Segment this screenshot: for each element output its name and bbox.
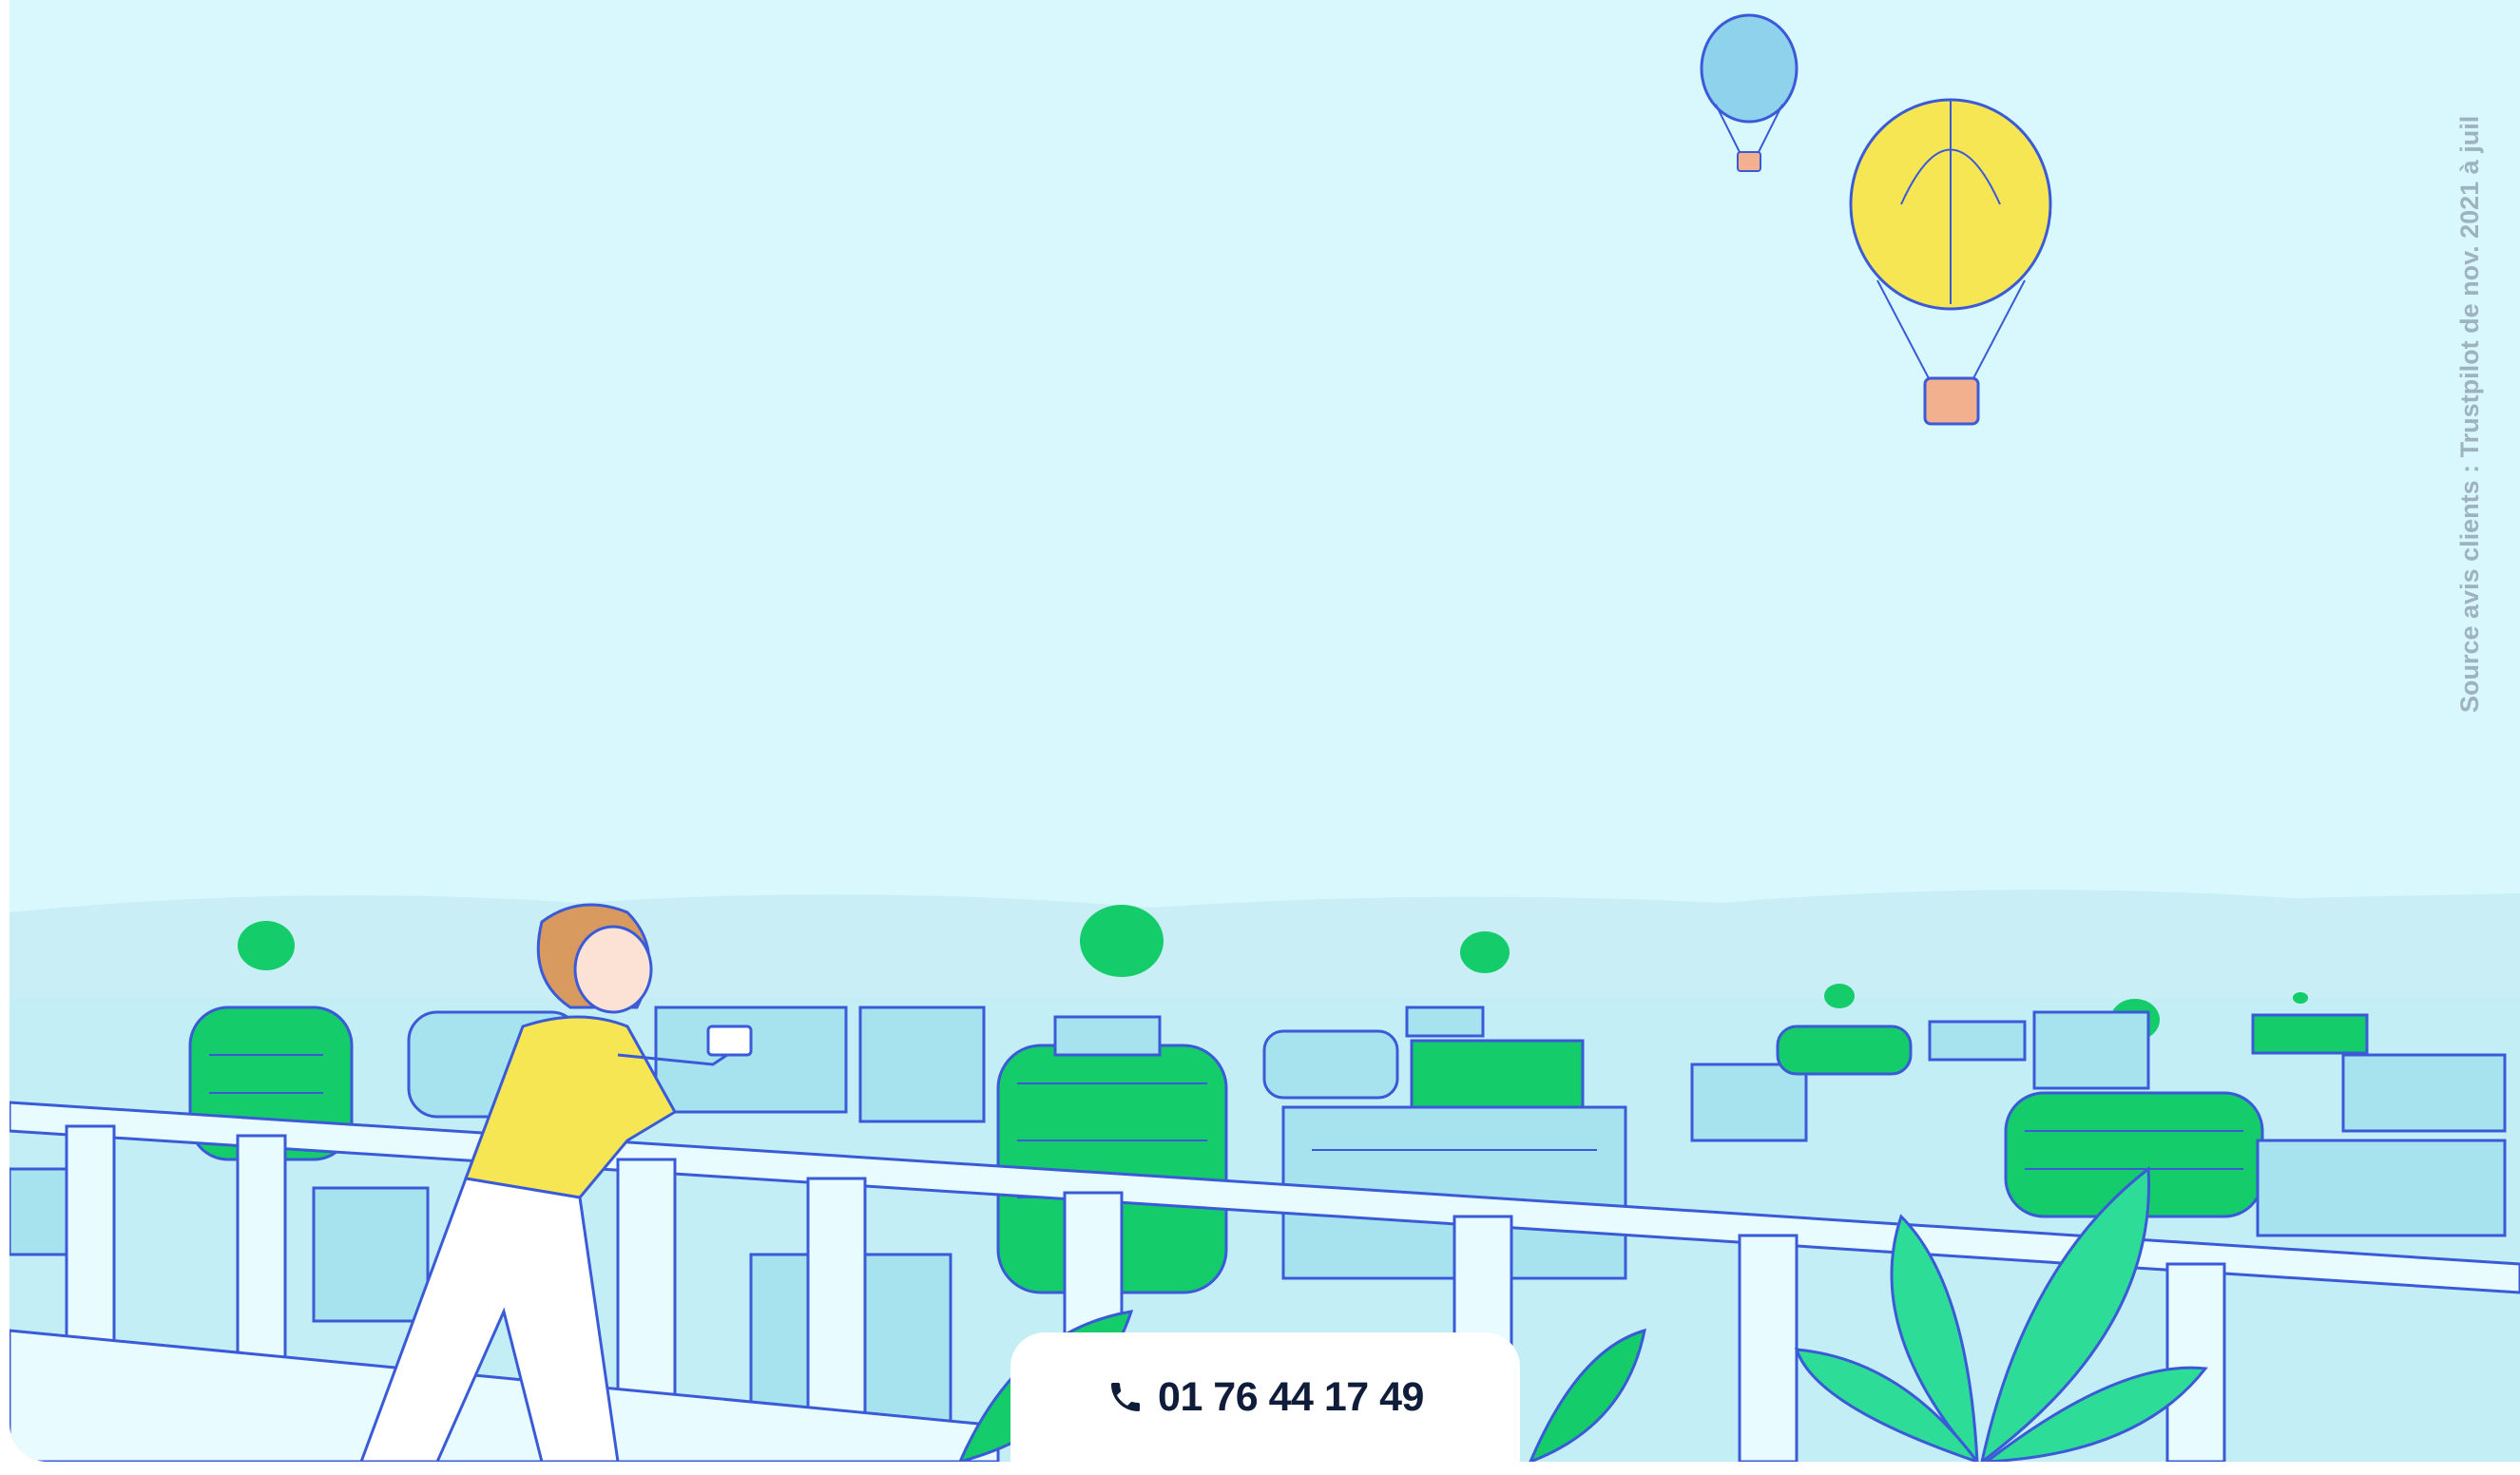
balloon-large-icon bbox=[1849, 98, 2052, 426]
city-illustration bbox=[10, 13, 2520, 1462]
phone-icon bbox=[1111, 1383, 1141, 1411]
hero-section: Source avis clients : Trustpilot de nov.… bbox=[10, 0, 2520, 1462]
balloon-small-icon bbox=[1700, 13, 1799, 172]
source-attribution: Source avis clients : Trustpilot de nov.… bbox=[2455, 115, 2484, 713]
phone-contact-button[interactable]: 01 76 44 17 49 bbox=[1010, 1332, 1520, 1475]
phone-number[interactable]: 01 76 44 17 49 bbox=[1158, 1374, 1424, 1421]
